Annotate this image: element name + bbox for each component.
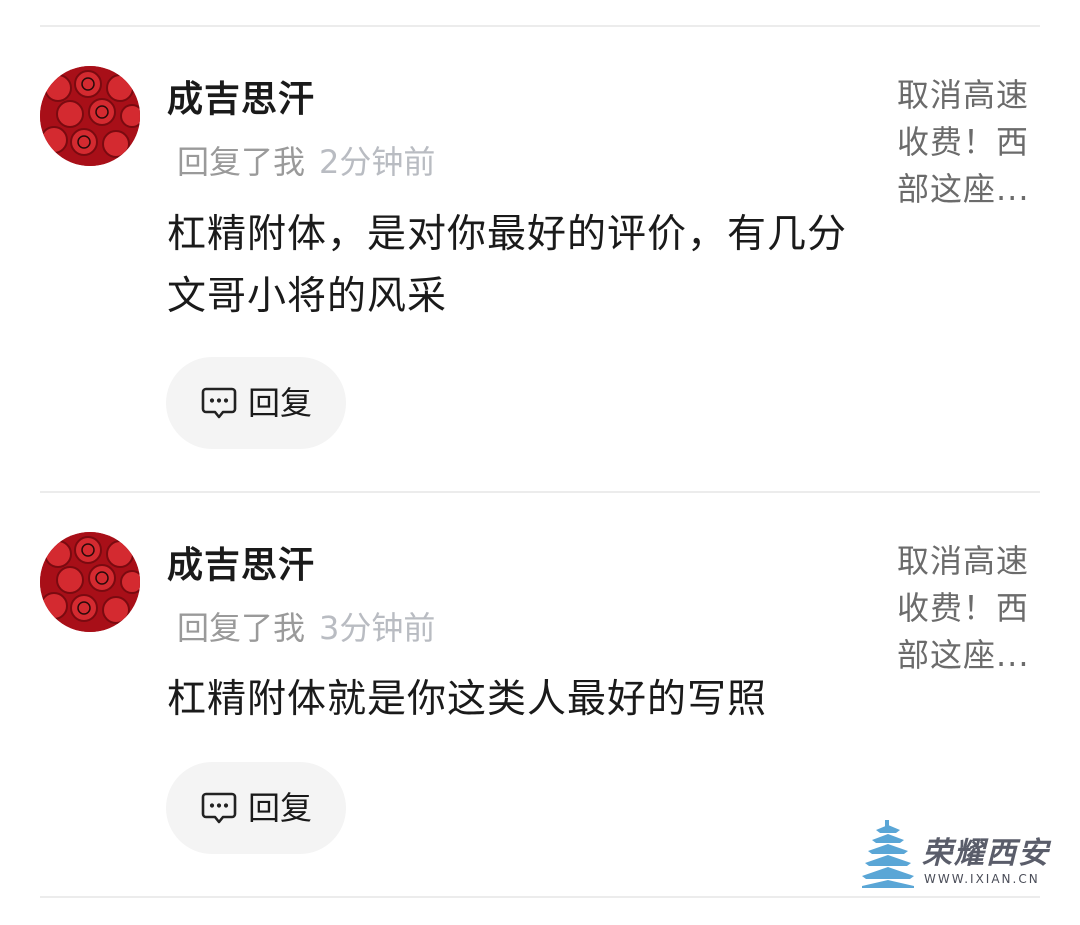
timestamp: 3分钟前 (319, 609, 436, 647)
reply-button[interactable]: 回复 (166, 357, 346, 449)
avatar-image (40, 66, 140, 166)
avatar-image (40, 532, 140, 632)
timestamp: 2分钟前 (319, 143, 436, 181)
comment-text: 杠精附体，是对你最好的评价，有几分文哥小将的风采 (167, 212, 848, 319)
divider (40, 491, 1040, 493)
username[interactable]: 成吉思汗 (167, 78, 315, 122)
notification-list: 成吉思汗 回复了我 2分钟前 杠精附体，是对你最好的评价，有几分文哥小将的风采 回… (0, 0, 1080, 925)
divider (40, 25, 1040, 27)
comment-bubble-icon (200, 384, 238, 422)
divider (40, 896, 1040, 898)
watermark-name: 荣耀西安 (922, 836, 1050, 871)
comment-text: 杠精附体就是你这类人最好的写照 (167, 677, 768, 722)
avatar[interactable] (40, 532, 140, 632)
watermark-url: WWW.IXIAN.CN (924, 872, 1040, 886)
comment-meta: 回复了我 3分钟前 (177, 608, 435, 648)
watermark: 荣耀西安 WWW.IXIAN.CN (862, 820, 1062, 890)
reply-button[interactable]: 回复 (166, 762, 346, 854)
reply-to-label: 回复了我 (177, 609, 306, 647)
pagoda-logo-icon (862, 820, 914, 888)
avatar[interactable] (40, 66, 140, 166)
comment-bubble-icon (200, 789, 238, 827)
quoted-post-preview[interactable]: 取消高速收费！西部这座... (897, 538, 1037, 679)
reply-button-label: 回复 (247, 384, 312, 422)
comment-meta: 回复了我 2分钟前 (177, 142, 435, 182)
username[interactable]: 成吉思汗 (167, 544, 315, 588)
reply-to-label: 回复了我 (177, 143, 306, 181)
reply-button-label: 回复 (247, 789, 312, 827)
quoted-post-preview[interactable]: 取消高速收费！西部这座... (897, 72, 1037, 213)
